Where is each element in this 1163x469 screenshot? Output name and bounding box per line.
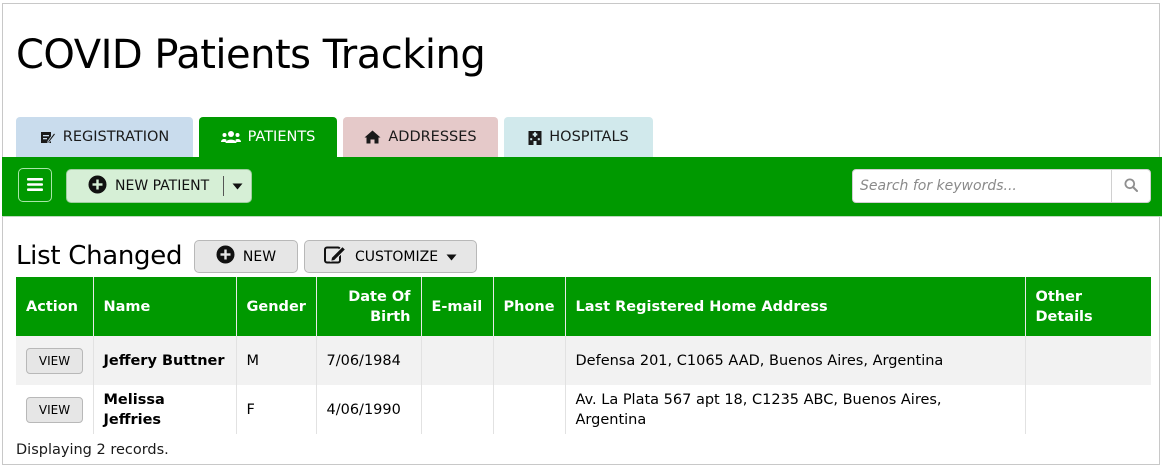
address-cell: Defensa 201, C1065 AAD, Buenos Aires, Ar… (565, 336, 1026, 385)
menu-button[interactable] (18, 168, 52, 202)
toolbar: NEW PATIENT (2, 157, 1162, 217)
new-patient-split-button: NEW PATIENT (66, 169, 252, 203)
new-patient-label: NEW PATIENT (115, 178, 210, 194)
dob-cell: 7/06/1984 (316, 336, 422, 385)
users-icon (220, 130, 241, 144)
new-button-label: NEW (242, 248, 277, 265)
table-row: VIEW Jeffery Buttner M 7/06/1984 Defensa… (16, 336, 1151, 385)
gender-cell: F (236, 385, 317, 434)
edit-icon (323, 245, 347, 268)
column-header-name[interactable]: Name (93, 277, 237, 336)
phone-cell (493, 336, 566, 385)
new-button[interactable]: NEW (194, 240, 298, 273)
tab-addresses-label: ADDRESSES (388, 129, 477, 145)
search-button[interactable] (1111, 170, 1150, 202)
page-title: COVID Patients Tracking (16, 32, 486, 78)
action-cell: VIEW (16, 336, 94, 385)
tab-registration[interactable]: REGISTRATION (16, 117, 193, 157)
tab-hospitals[interactable]: HOSPITALS (504, 117, 653, 157)
new-patient-dropdown[interactable] (224, 178, 251, 194)
tab-registration-label: REGISTRATION (62, 129, 170, 145)
customize-button-label: CUSTOMIZE (354, 248, 439, 265)
plus-circle-icon (216, 245, 235, 268)
address-cell: Av. La Plata 567 apt 18, C1235 ABC, Buen… (565, 385, 1026, 434)
dob-cell: 4/06/1990 (316, 385, 422, 434)
other-details-cell (1025, 336, 1151, 385)
caret-down-icon (446, 249, 457, 265)
tab-bar: REGISTRATION PATIENTS ADDRESSES HOSPITAL… (16, 117, 659, 157)
column-header-action[interactable]: Action (16, 277, 94, 336)
registration-edit-icon (40, 130, 56, 144)
plus-circle-icon (88, 175, 107, 198)
search-input[interactable] (853, 170, 1111, 202)
patients-table: Action Name Gender Date Of Birth E-mail … (16, 277, 1151, 434)
new-patient-button[interactable]: NEW PATIENT (67, 175, 223, 198)
hamburger-menu-icon (27, 176, 43, 195)
tab-hospitals-label: HOSPITALS (549, 129, 629, 145)
column-header-email[interactable]: E-mail (421, 277, 494, 336)
view-button[interactable]: VIEW (26, 396, 83, 423)
column-header-other-details[interactable]: Other Details (1025, 277, 1151, 336)
view-button[interactable]: VIEW (26, 347, 83, 374)
list-title: List Changed (16, 241, 183, 271)
name-cell: Melissa Jeffries (93, 385, 237, 434)
action-cell: VIEW (16, 385, 94, 434)
caret-down-icon (232, 178, 243, 194)
name-cell: Jeffery Buttner (93, 336, 237, 385)
column-header-phone[interactable]: Phone (493, 277, 566, 336)
hospital-icon (528, 130, 542, 145)
column-header-date-of-birth[interactable]: Date Of Birth (316, 277, 422, 336)
table-row: VIEW Melissa Jeffries F 4/06/1990 Av. La… (16, 385, 1151, 434)
gender-cell: M (236, 336, 317, 385)
column-header-gender[interactable]: Gender (236, 277, 317, 336)
other-details-cell (1025, 385, 1151, 434)
tab-patients[interactable]: PATIENTS (199, 117, 337, 157)
search-icon (1124, 177, 1138, 196)
home-icon (364, 130, 381, 144)
tab-patients-label: PATIENTS (247, 129, 316, 145)
search-box (852, 169, 1151, 203)
record-count: Displaying 2 records. (16, 442, 169, 458)
phone-cell (493, 385, 566, 434)
table-header-row: Action Name Gender Date Of Birth E-mail … (16, 277, 1151, 336)
email-cell (421, 336, 494, 385)
column-header-address[interactable]: Last Registered Home Address (565, 277, 1026, 336)
tab-addresses[interactable]: ADDRESSES (343, 117, 498, 157)
customize-button[interactable]: CUSTOMIZE (304, 240, 477, 273)
email-cell (421, 385, 494, 434)
